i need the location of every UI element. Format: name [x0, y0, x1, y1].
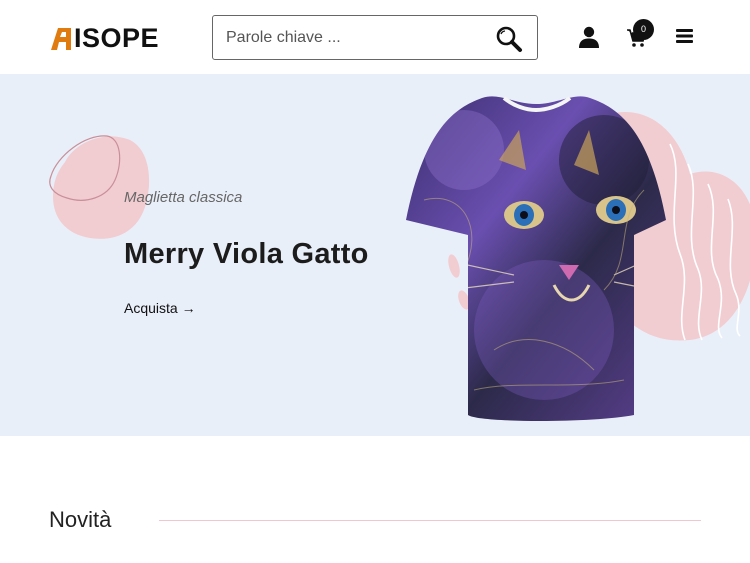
search-box [212, 15, 538, 60]
section-divider [159, 520, 701, 521]
hero-banner: Maglietta classica Merry Viola Gatto Acq… [0, 74, 750, 436]
menu-icon[interactable] [676, 28, 694, 44]
hero-title: Merry Viola Gatto [124, 238, 369, 270]
cart-button[interactable]: 0 [626, 19, 656, 50]
decor-blob-left [49, 135, 150, 239]
shop-now-link[interactable]: Acquista → [124, 300, 196, 316]
logo-text: ISOPE [74, 23, 160, 53]
section-title-new: Novità [49, 507, 112, 532]
search-input[interactable] [213, 17, 483, 58]
hero-subtitle: Maglietta classica [124, 189, 243, 206]
site-header: ISOPE 0 [0, 0, 750, 74]
user-icon[interactable] [577, 25, 601, 49]
search-icon[interactable] [495, 25, 523, 53]
logo-mark-icon [49, 26, 73, 50]
cart-count-badge: 0 [633, 19, 654, 40]
product-tshirt-image[interactable] [404, 90, 668, 423]
logo[interactable]: ISOPE [49, 24, 181, 52]
